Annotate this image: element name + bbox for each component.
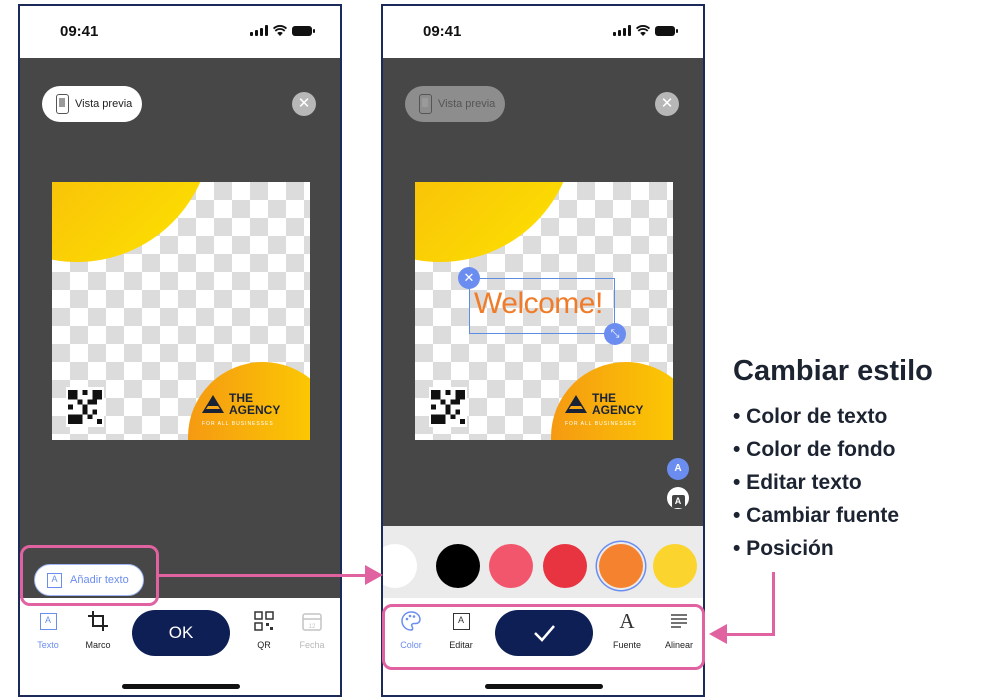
tool-label: Alinear [664,640,693,650]
brand-tagline: FOR ALL BUSINESSES [565,421,637,427]
home-indicator [122,684,240,689]
tool-label: Texto [37,640,59,650]
tool-marco[interactable]: Marco [73,608,123,650]
arrow-head-icon [365,565,383,585]
brand-tagline: FOR ALL BUSINESSES [202,421,274,427]
swatch-white[interactable] [383,544,417,588]
svg-text:12: 12 [309,624,316,630]
arrow-line [159,574,371,577]
battery-icon [292,26,315,36]
color-swatch-strip [383,526,703,606]
preview-button[interactable]: Vista previa [405,86,505,122]
resize-handle-icon[interactable]: ⤡ [604,323,626,345]
confirm-button[interactable] [495,610,593,656]
align-icon [654,608,703,634]
tool-label: Editar [449,640,473,650]
text-icon: A [23,608,73,634]
crop-icon [73,608,123,634]
tool-label: QR [257,640,271,650]
tool-label: Fecha [299,640,325,650]
close-icon[interactable]: ✕ [292,92,316,116]
annotation-item: • Color de texto [733,405,888,428]
tool-color[interactable]: Color [386,608,436,650]
swatch-red[interactable] [543,544,587,588]
preview-button[interactable]: Vista previa [42,86,142,122]
signal-icon [250,25,268,36]
tool-label: Color [400,640,422,650]
tool-label: Fuente [612,640,642,650]
swatch-pink[interactable] [489,544,533,588]
tool-fuente[interactable]: A Fuente [602,608,652,651]
background-color-mode-icon[interactable]: A [667,487,689,509]
font-icon: A [619,608,635,633]
bottom-toolbar: Color A Editar A Fuente Alinear [383,598,703,695]
annotation-item: • Posición [733,537,834,560]
design-canvas[interactable]: THE AGENCY FOR ALL BUSINESSES [52,182,310,440]
corner-decoration [415,182,575,262]
annotation-item: • Cambiar fuente [733,504,900,527]
swatch-yellow[interactable] [653,544,697,588]
phone-screen-edit-text: 09:41 Vista previa ✕ THE AGENCY FOR ALL … [381,4,705,697]
preview-label: Vista previa [438,98,496,110]
brand-line2: AGENCY [592,403,644,417]
preview-label: Vista previa [75,98,133,110]
tool-texto[interactable]: A Texto [23,608,73,650]
status-time: 09:41 [423,23,462,40]
qr-code[interactable] [66,387,104,427]
agency-logo: THE AGENCY [202,392,280,416]
corner-decoration [52,182,212,262]
wifi-icon [273,25,287,36]
tool-fecha[interactable]: 12 Fecha [287,608,337,650]
annotation-title: Cambiar estilo [733,355,933,387]
wifi-icon [636,25,650,36]
status-bar: 09:41 [383,6,703,58]
swatch-black[interactable] [436,544,480,588]
home-indicator [485,684,603,689]
swatch-orange[interactable] [599,544,643,588]
add-text-button[interactable]: A Añadir texto [34,564,144,596]
ok-button[interactable]: OK [132,610,230,656]
arrow-line [772,572,775,636]
tool-alinear[interactable]: Alinear [654,608,703,650]
arrow-line [726,633,775,636]
text-icon: A [47,572,62,588]
tool-qr[interactable]: QR [239,608,289,650]
phone-preview-icon [56,94,69,114]
logo-mark-icon [565,395,587,413]
edit-text-icon: A [436,608,486,634]
tool-label: Marco [85,640,111,650]
text-color-mode-icon[interactable]: A [667,458,689,480]
qr-icon [239,608,289,634]
checkmark-icon [534,625,555,642]
text-element-selection[interactable]: Welcome! [469,278,615,334]
calendar-icon: 12 [287,608,337,634]
close-icon[interactable]: ✕ [655,92,679,116]
phone-preview-icon [419,94,432,114]
annotation-list: • Color de texto • Color de fondo • Edit… [733,400,899,565]
status-time: 09:41 [60,23,99,40]
logo-mark-icon [202,395,224,413]
palette-icon [386,608,436,634]
bottom-toolbar: A Texto Marco OK QR 12 Fecha [20,598,340,695]
text-element[interactable]: Welcome! [474,287,603,321]
delete-element-icon[interactable]: ✕ [458,267,480,289]
agency-logo: THE AGENCY [565,392,643,416]
annotation-item: • Editar texto [733,471,862,494]
status-bar: 09:41 [20,6,340,58]
arrow-head-icon [709,624,727,644]
battery-icon [655,26,678,36]
annotation-item: • Color de fondo [733,438,896,461]
phone-screen-add-text: 09:41 Vista previa ✕ THE AGENCY FOR ALL … [18,4,342,697]
brand-line2: AGENCY [229,403,281,417]
add-text-label: Añadir texto [70,574,129,586]
tool-editar[interactable]: A Editar [436,608,486,650]
signal-icon [613,25,631,36]
qr-code[interactable] [429,387,467,427]
